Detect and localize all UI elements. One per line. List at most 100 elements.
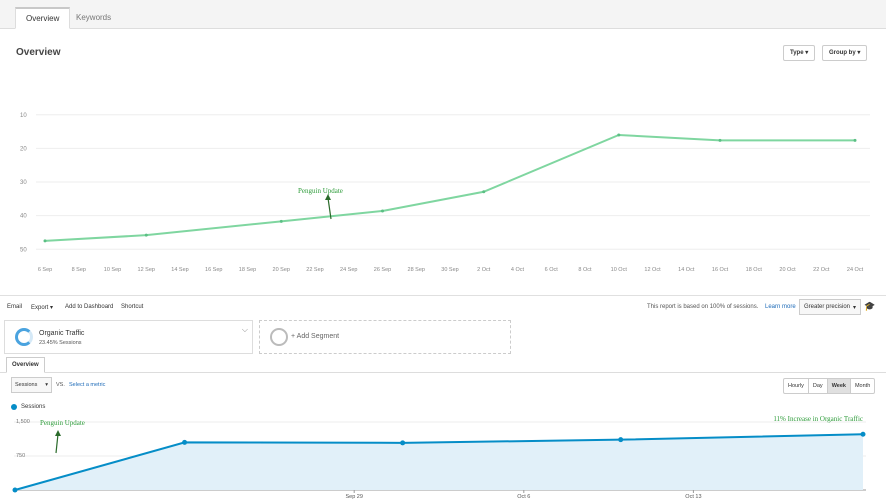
export-button[interactable]: Export ▾ (31, 304, 53, 311)
ranking-x-tick-label: 8 Sep (72, 267, 86, 273)
sessions-data-point (182, 439, 188, 445)
ranking-x-tick-label: 18 Oct (746, 267, 763, 273)
period-hourly-button[interactable]: Hourly (784, 379, 809, 393)
ranking-x-tick-label: 20 Sep (273, 267, 290, 273)
sessions-y-ticks: 1,500 750 (16, 419, 30, 459)
metric-select[interactable]: Sessions ▾ (11, 377, 52, 393)
ranking-x-tick-label: 6 Oct (545, 267, 559, 273)
sampling-text: This report is based on 100% of sessions… (647, 304, 759, 310)
sessions-data-point (618, 437, 624, 443)
ranking-data-point (144, 233, 148, 237)
ranking-x-ticks: 6 Sep 8 Sep 10 Sep 12 Sep 14 Sep 16 Sep 18 Sep… (38, 267, 864, 273)
ranking-x-tick-label: 10 Oct (611, 267, 628, 273)
period-month-button[interactable]: Month (851, 379, 874, 393)
ranking-x-tick-label: 8 Oct (578, 267, 592, 273)
ranking-y-tick-label: 40 (20, 214, 27, 220)
chevron-down-icon[interactable]: ⌵ (242, 325, 248, 335)
ranking-x-tick-label: 22 Sep (306, 267, 323, 273)
ranking-x-tick-label: 16 Sep (205, 267, 222, 273)
email-button[interactable]: Email (7, 304, 22, 310)
ranking-x-tick-label: 14 Oct (678, 267, 695, 273)
ranking-x-tick-label: 30 Sep (441, 267, 458, 273)
sessions-data-point (400, 440, 406, 446)
select-metric-link[interactable]: Select a metric (69, 382, 105, 388)
ranking-x-tick-label: 24 Sep (340, 267, 357, 273)
sessions-data-point (860, 431, 866, 437)
traffic-increase-label: 11% Increase in Organic Traffic (773, 415, 863, 423)
type-label: Type (790, 50, 804, 56)
sessions-data-point (12, 487, 18, 493)
ranking-x-tick-label: 26 Sep (374, 267, 391, 273)
ranking-points (43, 133, 857, 243)
sessions-x-tick-label: Sep 29 (345, 494, 362, 500)
ranking-x-tick-label: 14 Sep (171, 267, 188, 273)
ranking-x-tick-label: 6 Sep (38, 267, 52, 273)
tab-explorer-overview[interactable]: Overview (6, 357, 45, 373)
ranking-grid (36, 114, 870, 250)
group-by-label: Group by (829, 50, 856, 56)
add-segment-button[interactable]: + Add Segment (259, 320, 511, 354)
tab-overview[interactable]: Overview (15, 7, 71, 29)
ranking-x-tick-label: 4 Oct (511, 267, 525, 273)
period-week-button[interactable]: Week (827, 379, 851, 393)
vs-label: VS. (56, 382, 65, 388)
ranking-x-tick-label: 2 Oct (477, 267, 491, 273)
report-toolbar: Email Export ▾ Add to Dashboard Shortcut… (0, 300, 886, 316)
add-segment-label: + Add Segment (291, 333, 340, 340)
ranking-y-tick-label: 10 (20, 113, 27, 119)
ranking-x-tick-label: 22 Oct (813, 267, 830, 273)
sessions-y-tick-label: 1,500 (16, 419, 30, 425)
sessions-x-tick-label: Oct 6 (517, 494, 530, 500)
ranking-x-tick-label: 12 Sep (138, 267, 155, 273)
annotation-arrow-icon (55, 430, 61, 454)
add-to-dashboard-button[interactable]: Add to Dashboard (65, 304, 113, 310)
group-by-dropdown[interactable]: Group by ▾ (822, 45, 868, 61)
ranking-panel: Overview Keywords Overview Type ▾ Group … (0, 0, 886, 296)
type-dropdown[interactable]: Type ▾ (783, 45, 816, 61)
tab-bar: Overview Keywords (0, 0, 886, 29)
graduation-cap-icon[interactable]: 🎓 (864, 301, 875, 312)
ranking-data-point (853, 138, 857, 142)
precision-label: Greater precision (804, 304, 851, 310)
ranking-data-point (43, 239, 47, 243)
page-title: Overview (16, 47, 61, 58)
segment-share: 23.45% Sessions (39, 340, 82, 346)
ranking-data-point (617, 133, 621, 137)
ranking-chart: 10 20 30 40 50 6 Sep 8 Sep 10 Sep 12 Sep 14 Sep 1… (20, 113, 870, 273)
ranking-y-tick-label: 50 (20, 247, 27, 253)
ranking-y-tick-label: 30 (20, 180, 27, 186)
ranking-x-tick-label: 16 Oct (712, 267, 729, 273)
ranking-data-point (279, 219, 283, 223)
ranking-y-tick-label: 20 (20, 146, 27, 152)
ranking-data-point (482, 190, 486, 194)
segment-organic-traffic[interactable]: Organic Traffic 23.45% Sessions ⌵ (4, 320, 253, 354)
period-toggle: Hourly Day Week Month (783, 378, 876, 394)
penguin-update-label: Penguin Update (40, 419, 85, 427)
precision-select[interactable]: Greater precision ▾ (799, 299, 861, 315)
ranking-data-point (381, 209, 384, 213)
sessions-chart: 1,500 750 Sep 29 Oct 6 Oct 13 Penguin Updat… (12, 415, 866, 500)
tab-keywords[interactable]: Keywords (66, 8, 121, 30)
period-day-button[interactable]: Day (809, 379, 828, 393)
ranking-series-line (44, 133, 855, 242)
ranking-y-ticks: 10 20 30 40 50 (20, 113, 27, 253)
metric-select-label: Sessions (15, 382, 38, 388)
sessions-x-tick-label: Oct 13 (685, 494, 701, 500)
ranking-x-tick-label: 12 Oct (644, 267, 661, 273)
add-segment-circle-icon (270, 328, 288, 346)
ranking-x-tick-label: 20 Oct (779, 267, 796, 273)
ranking-x-tick-label: 10 Sep (104, 267, 121, 273)
ranking-x-tick-label: 18 Sep (239, 267, 256, 273)
ranking-data-point (718, 138, 722, 142)
sessions-y-tick-label: 750 (16, 453, 25, 459)
sessions-x-ticks: Sep 29 Oct 6 Oct 13 (345, 490, 702, 500)
segment-name: Organic Traffic (39, 330, 85, 337)
shortcut-button[interactable]: Shortcut (121, 304, 143, 310)
penguin-update-annotation: Penguin Update (298, 187, 343, 195)
explorer-tabs: Overview (0, 357, 886, 373)
export-label: Export (31, 305, 49, 311)
learn-more-link[interactable]: Learn more (765, 304, 796, 310)
ranking-x-tick-label: 24 Oct (847, 267, 864, 273)
segment-donut-icon (15, 328, 33, 346)
ranking-x-tick-label: 28 Sep (408, 267, 425, 273)
